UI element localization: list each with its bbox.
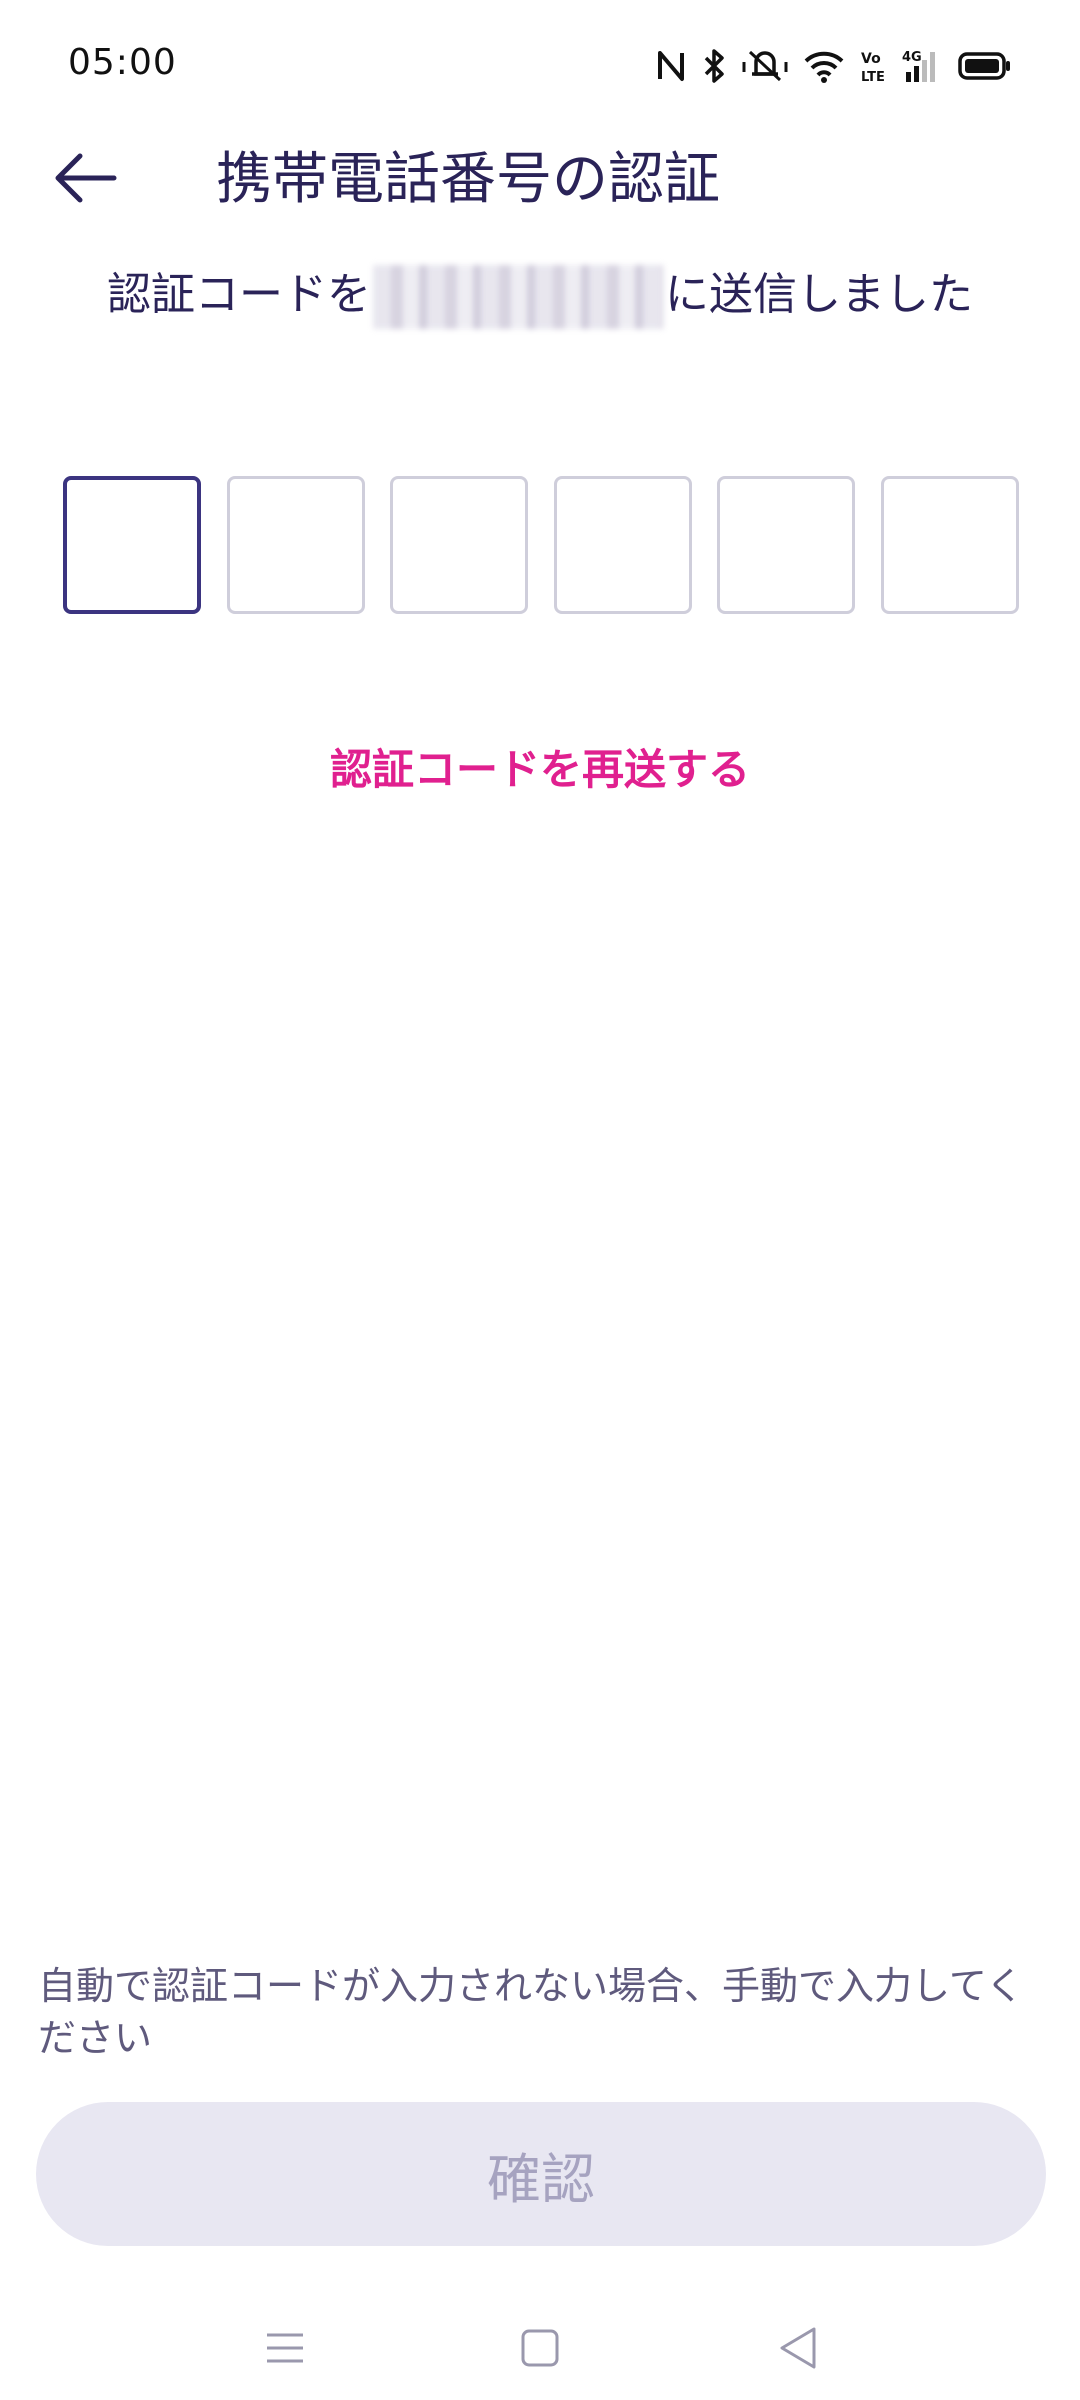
svg-text:LTE: LTE bbox=[861, 70, 885, 84]
code-digit-2[interactable] bbox=[226, 476, 365, 614]
sent-message-suffix: に送信しました bbox=[665, 269, 973, 320]
redacted-phone-number bbox=[373, 265, 663, 329]
svg-text:4G: 4G bbox=[902, 50, 922, 65]
nav-menu-button[interactable] bbox=[245, 2310, 325, 2390]
nav-home-button[interactable] bbox=[500, 2310, 580, 2390]
nfc-icon bbox=[656, 49, 686, 83]
system-nav-bar bbox=[0, 2290, 1080, 2400]
code-digit-1[interactable] bbox=[63, 476, 201, 614]
code-digit-5[interactable] bbox=[717, 476, 856, 614]
menu-icon bbox=[265, 2330, 305, 2370]
resend-code-link[interactable]: 認証コードを再送する bbox=[0, 735, 1080, 805]
svg-text:Vo: Vo bbox=[861, 51, 881, 67]
code-digit-4[interactable] bbox=[553, 476, 692, 614]
header: 携帯電話番号の認証 bbox=[0, 130, 1080, 230]
sent-message-prefix: 認証コードを bbox=[107, 269, 371, 320]
arrow-left-icon bbox=[50, 148, 120, 212]
battery-icon bbox=[958, 51, 1012, 81]
manual-entry-hint: 自動で認証コードが入力されない場合、手動で入力してください bbox=[38, 1964, 1024, 2060]
status-time: 05:00 bbox=[68, 42, 177, 83]
status-icons: Vo LTE 4G bbox=[656, 44, 1012, 88]
vibrate-icon bbox=[742, 48, 788, 84]
code-digit-6[interactable] bbox=[880, 476, 1019, 614]
signal-4g-icon: 4G bbox=[902, 48, 942, 84]
verification-code-input bbox=[63, 476, 1019, 618]
back-triangle-icon bbox=[778, 2326, 818, 2374]
home-icon bbox=[520, 2328, 560, 2372]
code-digit-3[interactable] bbox=[390, 476, 529, 614]
status-bar: 05:00 Vo LTE 4G bbox=[0, 0, 1080, 130]
wifi-icon bbox=[804, 49, 844, 83]
page-title: 携帯電話番号の認証 bbox=[216, 147, 720, 212]
volte-icon: Vo LTE bbox=[860, 48, 886, 84]
confirm-button[interactable]: 確認 bbox=[36, 2102, 1046, 2246]
back-button[interactable] bbox=[40, 140, 130, 220]
nav-back-button[interactable] bbox=[758, 2310, 838, 2390]
bluetooth-icon bbox=[702, 48, 726, 84]
sent-message: 認証コードを に送信しました bbox=[0, 255, 1080, 335]
